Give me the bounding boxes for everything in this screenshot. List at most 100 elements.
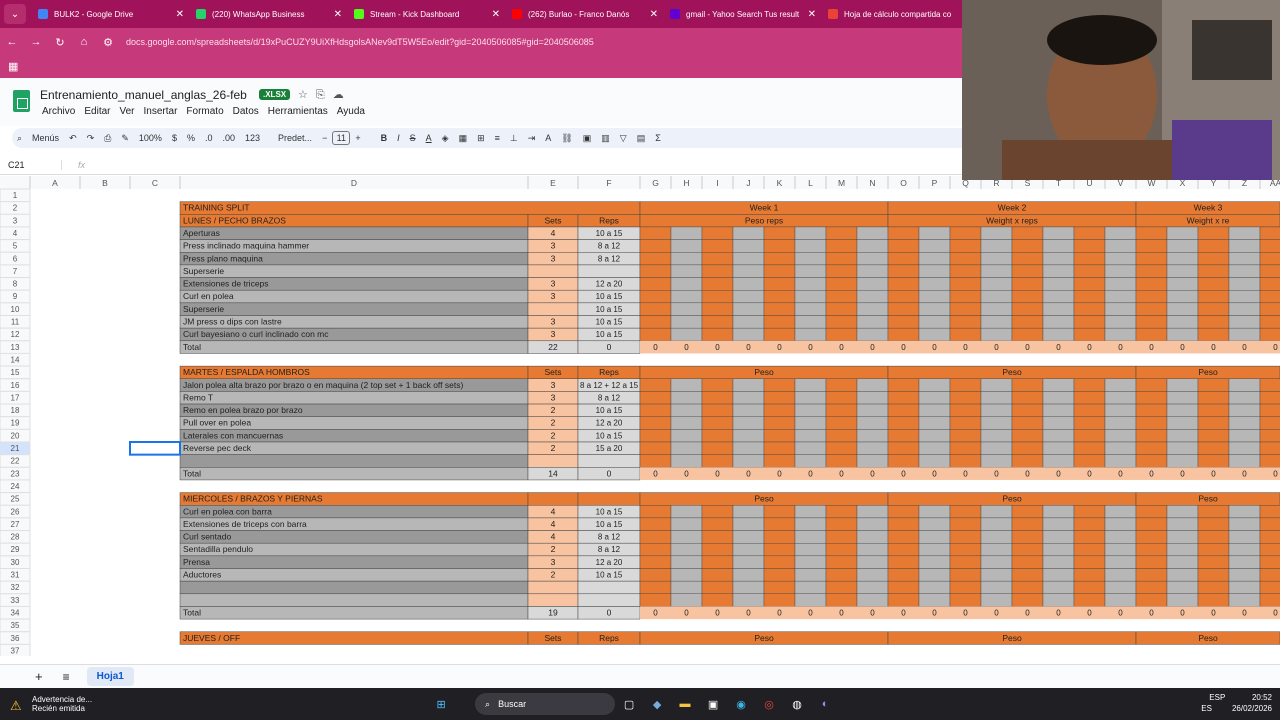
log-cell xyxy=(639,454,672,468)
bold-icon[interactable]: B xyxy=(376,133,393,143)
log-cell xyxy=(856,593,889,607)
move-icon[interactable]: ⎘ xyxy=(316,89,333,101)
undo-icon[interactable]: ↶ xyxy=(64,133,82,144)
site-info-icon[interactable]: ⚙ xyxy=(96,36,120,49)
redo-icon[interactable]: ↷ xyxy=(82,133,100,144)
log-cell xyxy=(701,555,734,569)
menu-ayuda[interactable]: Ayuda xyxy=(337,106,365,117)
browser-tab[interactable]: (220) WhatsApp Business ✕ xyxy=(190,2,348,26)
discord-icon[interactable]: ◐ xyxy=(815,694,835,714)
exercise-name: Curl sentado xyxy=(183,532,231,542)
percent-button[interactable]: % xyxy=(182,133,200,143)
close-tab-icon[interactable]: ✕ xyxy=(334,9,342,20)
print-icon[interactable]: ⎙ xyxy=(99,133,116,144)
all-sheets-icon[interactable]: ≡ xyxy=(58,670,75,684)
browser-tab[interactable]: Hoja de cálculo compartida co✕ xyxy=(822,2,980,26)
align-icon[interactable]: ≡ xyxy=(490,133,505,143)
functions-icon[interactable]: Σ xyxy=(650,133,666,143)
log-cell xyxy=(949,378,982,392)
log-cell xyxy=(887,530,920,544)
text-color-icon[interactable]: A xyxy=(421,133,437,143)
add-sheet-icon[interactable]: + xyxy=(30,669,48,684)
forward-icon[interactable]: → xyxy=(24,36,48,48)
search-label: Buscar xyxy=(498,699,527,709)
font-size-input[interactable]: 11 xyxy=(332,131,351,145)
decrease-decimal-button[interactable]: .0 xyxy=(200,133,218,143)
task-view-icon[interactable]: ▢ xyxy=(619,694,639,714)
edge-icon[interactable]: ◉ xyxy=(731,694,751,714)
log-cell xyxy=(1259,555,1280,569)
merge-icon[interactable]: ⊞ xyxy=(472,133,490,144)
obs-icon[interactable]: ◍ xyxy=(787,694,807,714)
comment-icon[interactable]: ▣ xyxy=(578,133,597,144)
log-cell xyxy=(1259,239,1280,253)
reload-icon[interactable]: ↻ xyxy=(48,36,72,49)
valign-icon[interactable]: ⊥ xyxy=(505,133,523,144)
zoom-select[interactable]: 100% xyxy=(134,133,167,143)
exercise-name: Press inclinado maquina hammer xyxy=(183,241,309,251)
strikethrough-icon[interactable]: S xyxy=(405,133,421,143)
menu-herramientas[interactable]: Herramientas xyxy=(268,106,328,117)
menu-formato[interactable]: Formato xyxy=(186,106,223,117)
search-menus-icon[interactable]: ⌕ xyxy=(12,133,27,144)
store-icon[interactable]: ▣ xyxy=(703,694,723,714)
rotate-icon[interactable]: A xyxy=(540,133,556,143)
increase-decimal-button[interactable]: .00 xyxy=(217,133,240,143)
browser-tab[interactable]: gmail - Yahoo Search Tus result ✕ xyxy=(664,2,822,26)
grid-canvas[interactable]: A B C D E F G H I J K L M N O P Q R S T U V W X Y Z AA123456789101… xyxy=(0,176,1280,656)
log-cell xyxy=(670,378,703,392)
log-cell xyxy=(1135,568,1168,582)
browser-tab[interactable]: BULK2 - Google Drive ✕ xyxy=(32,2,190,26)
windows-start-icon[interactable]: ⊞ xyxy=(431,694,451,714)
taskbar-search[interactable]: ⌕ Buscar xyxy=(475,693,616,715)
sheets-logo-icon[interactable] xyxy=(13,90,30,112)
log-cell xyxy=(763,289,796,304)
menu-ver[interactable]: Ver xyxy=(119,106,134,117)
filter-icon[interactable]: ▽ xyxy=(615,133,632,144)
fill-color-icon[interactable]: ◈ xyxy=(437,133,454,144)
close-tab-icon[interactable]: ✕ xyxy=(650,9,658,20)
menu-insertar[interactable]: Insertar xyxy=(144,106,178,117)
back-icon[interactable]: ← xyxy=(0,36,24,48)
cloud-icon[interactable]: ☁ xyxy=(333,89,352,101)
close-tab-icon[interactable]: ✕ xyxy=(808,9,816,20)
sheet-tab-hoja1[interactable]: Hoja1 xyxy=(86,667,134,686)
close-tab-icon[interactable]: ✕ xyxy=(176,9,184,20)
weather-warning[interactable]: ⚠ Advertencia de... Recién emitida xyxy=(10,695,92,713)
number-format-button[interactable]: 123 xyxy=(240,133,265,143)
chart-icon[interactable]: ▥ xyxy=(596,133,615,144)
link-icon[interactable]: ⛓ xyxy=(556,133,577,144)
browser-tab[interactable]: (262) Burlao - Franco Danós ✕ xyxy=(506,2,664,26)
increase-font-icon[interactable]: + xyxy=(350,133,365,143)
log-cell xyxy=(763,264,796,278)
tab-search-button[interactable]: ⌄ xyxy=(4,4,26,24)
file-explorer-icon[interactable]: ▬ xyxy=(675,694,695,714)
log-cell xyxy=(1042,378,1075,392)
decrease-font-icon[interactable]: − xyxy=(317,133,332,143)
system-tray[interactable]: ESP 20:52 ES 26/02/2026 xyxy=(1201,692,1272,714)
browser-tab[interactable]: Stream - Kick Dashboard ✕ xyxy=(348,2,506,26)
menu-datos[interactable]: Datos xyxy=(233,106,259,117)
paint-format-icon[interactable]: ✎ xyxy=(116,133,134,144)
url-field[interactable]: docs.google.com/spreadsheets/d/19xPuCUZY… xyxy=(126,37,594,47)
currency-button[interactable]: $ xyxy=(167,133,182,143)
borders-icon[interactable]: ▦ xyxy=(454,133,473,144)
search-menus-label[interactable]: Menús xyxy=(27,133,64,143)
menu-archivo[interactable]: Archivo xyxy=(42,106,75,117)
log-cell xyxy=(1228,252,1261,266)
star-icon[interactable]: ☆ xyxy=(298,89,316,101)
spreadsheet-grid[interactable]: A B C D E F G H I J K L M N O P Q R S T U V W X Y Z AA 1 2 3 4 5 6 7 8 9 10 1… xyxy=(0,176,1280,656)
copilot-icon[interactable]: ◆ xyxy=(647,694,667,714)
document-title[interactable]: Entrenamiento_manuel_anglas_26-feb xyxy=(40,88,247,102)
sets-value: 3 xyxy=(551,392,556,402)
menu-editar[interactable]: Editar xyxy=(84,106,110,117)
home-icon[interactable]: ⌂ xyxy=(72,36,96,48)
chrome-icon[interactable]: ◎ xyxy=(759,694,779,714)
log-cell xyxy=(1042,543,1075,557)
filter-views-icon[interactable]: ▤ xyxy=(632,133,651,144)
name-box[interactable]: C21 xyxy=(0,159,62,170)
italic-icon[interactable]: I xyxy=(392,133,405,143)
wrap-icon[interactable]: ⇥ xyxy=(523,133,541,144)
font-select[interactable]: Predet... xyxy=(273,133,317,143)
close-tab-icon[interactable]: ✕ xyxy=(492,9,500,20)
